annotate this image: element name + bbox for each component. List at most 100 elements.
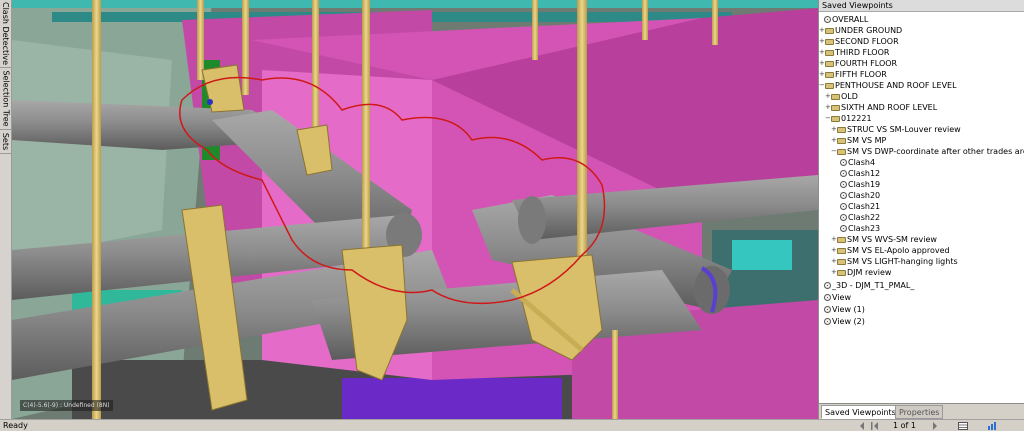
tree-item[interactable]: + SM VS MP [831, 135, 886, 146]
tree-item[interactable]: OVERALL [824, 14, 868, 25]
left-dock-strip: Clash Detective Selection Tree Sets [0, 0, 12, 419]
expand-icon[interactable]: + [831, 234, 837, 245]
viewpoint-icon [824, 318, 831, 325]
folder-icon [825, 27, 834, 34]
tree-item[interactable]: View [824, 292, 851, 303]
collapse-icon[interactable]: − [819, 80, 825, 91]
collapse-icon[interactable]: − [831, 146, 837, 157]
hanger-rod-10 [612, 330, 618, 419]
prev-page-icon[interactable] [858, 422, 868, 430]
tab-sets[interactable]: Sets [0, 130, 12, 154]
ceiling-beam [12, 0, 818, 8]
tree-item[interactable]: − PENTHOUSE AND ROOF LEVEL [819, 80, 957, 91]
coordinate-readout: C(4)-5.6(-9) : Undefined (8N) [20, 400, 113, 411]
tree-item[interactable]: Clash22 [840, 212, 880, 223]
tree-item[interactable]: + STRUC VS SM-Louver review [831, 124, 961, 135]
tree-item[interactable]: + SM VS WVS-SM review [831, 234, 937, 245]
tab-selection-tree-label: Selection Tree [1, 70, 11, 127]
expand-icon[interactable]: + [819, 47, 825, 58]
memory-icon [988, 422, 998, 430]
hanger-rod-1 [92, 0, 101, 419]
tree-item[interactable]: + FIFTH FLOOR [819, 69, 887, 80]
collapse-icon[interactable]: − [825, 113, 831, 124]
tree-item[interactable]: + SIXTH AND ROOF LEVEL [825, 102, 937, 113]
model-render [12, 0, 818, 419]
cyan-equipment [732, 240, 792, 270]
folder-icon [837, 247, 846, 254]
expand-icon[interactable]: + [819, 36, 825, 47]
viewpoint-icon [840, 170, 847, 177]
viewpoint-icon [840, 203, 847, 210]
expand-icon[interactable]: + [825, 102, 831, 113]
pipe-elbow-2 [518, 196, 546, 244]
expand-icon[interactable]: + [819, 25, 825, 36]
tree-item[interactable]: Clash20 [840, 190, 880, 201]
tab-selection-tree[interactable]: Selection Tree [0, 68, 12, 130]
folder-icon [831, 115, 840, 122]
saved-viewpoints-panel: Saved Viewpoints OVERALL + UNDER GROUND +… [818, 0, 1024, 419]
viewpoint-icon [840, 159, 847, 166]
next-page-icon[interactable] [930, 422, 940, 430]
hanger-rod-6 [532, 0, 538, 60]
3d-viewport[interactable]: C(4)-5.6(-9) : Undefined (8N) [12, 0, 818, 419]
tree-item[interactable]: Clash21 [840, 201, 880, 212]
folder-icon [837, 148, 846, 155]
tab-clash-detective[interactable]: Clash Detective [0, 0, 12, 68]
viewpoint-tree[interactable]: OVERALL + UNDER GROUND + SECOND FLOOR + THI… [819, 12, 1024, 403]
folder-icon [825, 82, 834, 89]
purple-block [342, 378, 562, 419]
folder-icon [837, 258, 846, 265]
viewpoint-icon [824, 16, 831, 23]
expand-icon[interactable]: + [819, 69, 825, 80]
tab-clash-detective-label: Clash Detective [1, 1, 11, 66]
folder-icon [825, 38, 834, 45]
expand-icon[interactable]: + [831, 256, 837, 267]
expand-icon[interactable]: + [819, 58, 825, 69]
tree-item[interactable]: −012221 [825, 113, 872, 124]
tree-item[interactable]: _3D - DJM_T1_PMAL_ [824, 280, 914, 291]
tree-item[interactable]: + DJM review [831, 267, 891, 278]
tree-item[interactable]: + FOURTH FLOOR [819, 58, 897, 69]
tree-item[interactable]: + SM VS EL-Apolo approved [831, 245, 950, 256]
tree-item[interactable]: + SECOND FLOOR [819, 36, 899, 47]
expand-icon[interactable]: + [831, 124, 837, 135]
hanger-rod-2 [197, 0, 204, 80]
tree-item[interactable]: Clash4 [840, 157, 875, 168]
folder-icon [837, 269, 846, 276]
tab-saved-viewpoints[interactable]: Saved Viewpoints [821, 405, 900, 419]
viewpoint-icon [824, 294, 831, 301]
expand-icon[interactable]: + [831, 267, 837, 278]
tree-item[interactable]: Clash12 [840, 168, 880, 179]
status-text: Ready [3, 421, 28, 430]
grid-icon[interactable] [958, 422, 968, 430]
viewpoint-icon [824, 282, 831, 289]
tree-item[interactable]: View (2) [824, 316, 865, 327]
hanger-rod-8 [642, 0, 648, 40]
tree-item[interactable]: + THIRD FLOOR [819, 47, 889, 58]
tab-sets-label: Sets [1, 132, 11, 151]
expand-icon[interactable]: + [825, 91, 831, 102]
tree-item[interactable]: Clash23 [840, 223, 880, 234]
folder-icon [837, 236, 846, 243]
viewpoint-icon [840, 225, 847, 232]
first-page-icon[interactable] [870, 422, 880, 430]
folder-icon [837, 126, 846, 133]
viewpoint-icon [840, 181, 847, 188]
viewpoint-icon [840, 214, 847, 221]
hanger-rod-7 [577, 0, 587, 270]
expand-icon[interactable]: + [831, 245, 837, 256]
folder-icon [831, 93, 840, 100]
panel-tab-bar: Saved Viewpoints Properties [819, 403, 1024, 419]
tree-item[interactable]: − SM VS DWP-coordinate after other trades… [831, 146, 1024, 157]
tree-item[interactable]: + SM VS LIGHT-hanging lights [831, 256, 958, 267]
tree-item[interactable]: View (1) [824, 304, 865, 315]
expand-icon[interactable]: + [831, 135, 837, 146]
clash-marker[interactable] [207, 99, 213, 105]
hanger-rod-4 [312, 0, 319, 140]
tree-item[interactable]: + UNDER GROUND [819, 25, 902, 36]
tab-properties[interactable]: Properties [895, 405, 944, 419]
viewpoint-icon [840, 192, 847, 199]
folder-icon [825, 49, 834, 56]
tree-item[interactable]: + OLD [825, 91, 858, 102]
tree-item[interactable]: Clash19 [840, 179, 880, 190]
